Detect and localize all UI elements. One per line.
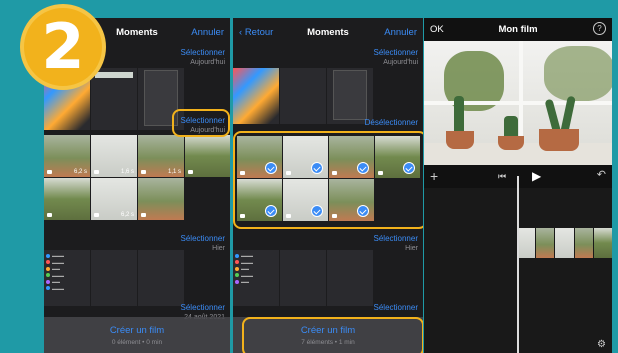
- undo-icon[interactable]: ↶: [597, 168, 606, 181]
- clip-thumb[interactable]: [517, 228, 536, 258]
- camera-icon: [141, 170, 146, 174]
- video-thumb[interactable]: 6,2 s: [44, 135, 90, 177]
- video-preview: [424, 41, 612, 165]
- section-date: Aujourd'hui: [190, 59, 225, 66]
- select-button[interactable]: Sélectionner: [374, 48, 418, 58]
- section-header-1: Sélectionner Aujourd'hui: [374, 48, 418, 68]
- select-button[interactable]: Sélectionner: [374, 303, 418, 313]
- select-button[interactable]: Sélectionner: [181, 48, 225, 58]
- cancel-button[interactable]: Annuler: [191, 27, 224, 38]
- screenshot-thumb[interactable]: [91, 250, 137, 306]
- clip-thumb[interactable]: [555, 228, 574, 258]
- highlight-create-film: [242, 317, 423, 353]
- thumb-row-screens: [233, 68, 373, 124]
- section-header-1: Sélectionner Aujourd'hui: [181, 48, 225, 68]
- camera-icon: [141, 213, 146, 217]
- highlight-selected-videos: [233, 131, 423, 229]
- photo-thumb[interactable]: [233, 68, 279, 124]
- video-thumb[interactable]: [185, 135, 230, 177]
- clip-thumb[interactable]: [574, 228, 593, 258]
- help-icon[interactable]: ?: [593, 22, 606, 35]
- video-thumb[interactable]: 1,1 s: [138, 135, 184, 177]
- screenshot-thumb[interactable]: ▬▬▬ ▬▬▬ ▬▬ ▬▬▬ ▬▬: [233, 250, 279, 306]
- thumb-row-2: 6,2 s: [44, 178, 184, 220]
- clip-thumb[interactable]: [593, 228, 612, 258]
- video-thumb[interactable]: [138, 178, 184, 220]
- camera-icon: [47, 213, 52, 217]
- video-duration: 6,2 s: [120, 212, 134, 218]
- thumb-row-3: ▬▬▬ ▬▬▬ ▬▬ ▬▬▬ ▬▬ ▬▬▬: [44, 250, 184, 306]
- step-number: 2: [41, 10, 85, 83]
- select-button[interactable]: Sélectionner: [181, 234, 225, 244]
- photo-thumb[interactable]: [280, 68, 326, 124]
- section-date: Hier: [405, 245, 418, 252]
- section-header-4: Sélectionner: [374, 303, 418, 313]
- highlight-select-today: [172, 109, 230, 137]
- screenshot-thumb[interactable]: ▬▬▬ ▬▬▬ ▬▬ ▬▬▬ ▬▬ ▬▬▬: [44, 250, 90, 306]
- playhead[interactable]: [517, 176, 519, 353]
- camera-icon: [94, 213, 99, 217]
- settings-icon[interactable]: ⚙: [597, 339, 606, 350]
- section-header-2: Désélectionner: [365, 118, 418, 128]
- photo-thumb[interactable]: [327, 68, 373, 124]
- play-icon[interactable]: ▶: [532, 169, 541, 183]
- screenshot-thumb[interactable]: [280, 250, 326, 306]
- select-button[interactable]: Sélectionner: [374, 234, 418, 244]
- deselect-button[interactable]: Désélectionner: [365, 118, 418, 128]
- plus-icon[interactable]: +: [430, 168, 438, 184]
- photo-thumb[interactable]: [91, 68, 137, 130]
- select-button[interactable]: Sélectionner: [181, 303, 225, 313]
- nav-bar: OK Mon film ?: [424, 18, 612, 41]
- section-header-3: Sélectionner Hier: [181, 234, 225, 254]
- camera-icon: [47, 170, 52, 174]
- selection-count: 0 élément • 0 min: [111, 339, 163, 346]
- cancel-button[interactable]: Annuler: [384, 27, 417, 38]
- video-thumb[interactable]: 1,6 s: [91, 135, 137, 177]
- section-date: Hier: [212, 245, 225, 252]
- camera-icon: [188, 170, 193, 174]
- step-badge: 2: [20, 4, 106, 90]
- screenshot-thumb[interactable]: [327, 250, 373, 306]
- nav-bar: ‹ Retour Moments Annuler: [233, 18, 423, 46]
- video-thumb[interactable]: [44, 178, 90, 220]
- create-film-button[interactable]: Créer un film: [44, 325, 230, 336]
- video-duration: 6,2 s: [73, 169, 87, 175]
- camera-icon: [94, 170, 99, 174]
- video-duration: 1,6 s: [120, 169, 134, 175]
- movie-editor-panel: OK Mon film ? + ⏮ ▶ ↶ ⚙: [424, 18, 612, 353]
- screenshot-thumb[interactable]: [138, 250, 184, 306]
- nav-title: Mon film: [498, 24, 538, 35]
- moments-panel-selected: ‹ Retour Moments Annuler Sélectionner Au…: [233, 18, 423, 353]
- video-duration: 1,1 s: [167, 169, 181, 175]
- video-thumb[interactable]: 6,2 s: [91, 178, 137, 220]
- clip-thumb[interactable]: [536, 228, 555, 258]
- skip-back-icon[interactable]: ⏮: [498, 171, 506, 182]
- section-header-3: Sélectionner Hier: [374, 234, 418, 254]
- thumb-row-1: 6,2 s 1,6 s 1,1 s: [44, 135, 230, 177]
- timeline-clips[interactable]: [517, 228, 612, 258]
- section-date: Aujourd'hui: [383, 59, 418, 66]
- create-film-bar[interactable]: Créer un film 0 élément • 0 min: [44, 317, 230, 353]
- thumb-row-3: ▬▬▬ ▬▬▬ ▬▬ ▬▬▬ ▬▬: [233, 250, 373, 306]
